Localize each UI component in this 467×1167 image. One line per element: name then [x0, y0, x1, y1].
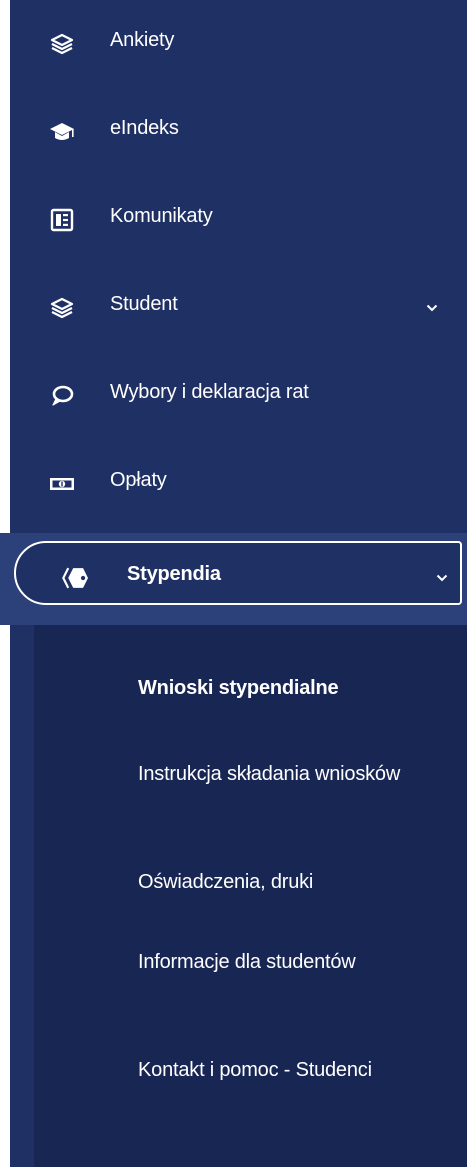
sidebar-item-label: eIndeks [110, 117, 179, 139]
sidebar-item-eindeks[interactable]: eIndeks [10, 88, 467, 176]
submenu-item-informacje[interactable]: Informacje dla studentów [138, 945, 438, 979]
sidebar-item-label: Student [110, 293, 178, 315]
tags-icon [60, 564, 88, 592]
sidebar-item-label: Opłaty [110, 469, 167, 491]
sidebar-item-komunikaty[interactable]: Komunikaty [10, 176, 467, 264]
submenu-item-wnioski-stypendialne[interactable]: Wnioski stypendialne [138, 671, 438, 705]
chevron-down-icon[interactable] [434, 570, 450, 586]
speech-bubble-icon [48, 382, 76, 410]
submenu-item-oswiadczenia[interactable]: Oświadczenia, druki [138, 865, 438, 899]
graduation-cap-icon [48, 118, 76, 146]
layers-icon [48, 30, 76, 58]
submenu-stypendia: Wnioski stypendialne Instrukcja składani… [34, 625, 467, 1167]
sidebar: Ankiety eIndeks Komunikaty Student Wybor… [0, 0, 467, 1167]
layers-icon [48, 294, 76, 322]
newspaper-icon [48, 206, 76, 234]
sidebar-item-label: Stypendia [127, 563, 221, 585]
sidebar-item-stypendia[interactable]: Stypendia [10, 534, 467, 622]
sidebar-item-wybory[interactable]: Wybory i deklaracja rat [10, 352, 467, 440]
submenu-item-instrukcja[interactable]: Instrukcja składania wniosków [138, 757, 438, 791]
sidebar-item-oplaty[interactable]: Opłaty [10, 440, 467, 528]
sidebar-item-student[interactable]: Student [10, 264, 467, 352]
sidebar-item-label: Ankiety [110, 29, 175, 51]
sidebar-item-label: Komunikaty [110, 205, 213, 227]
money-bill-icon [48, 470, 76, 498]
sidebar-item-label: Wybory i deklaracja rat [110, 381, 309, 403]
sidebar-item-ankiety[interactable]: Ankiety [10, 0, 467, 88]
chevron-down-icon[interactable] [424, 300, 440, 316]
submenu-item-kontakt[interactable]: Kontakt i pomoc - Studenci [138, 1053, 438, 1087]
